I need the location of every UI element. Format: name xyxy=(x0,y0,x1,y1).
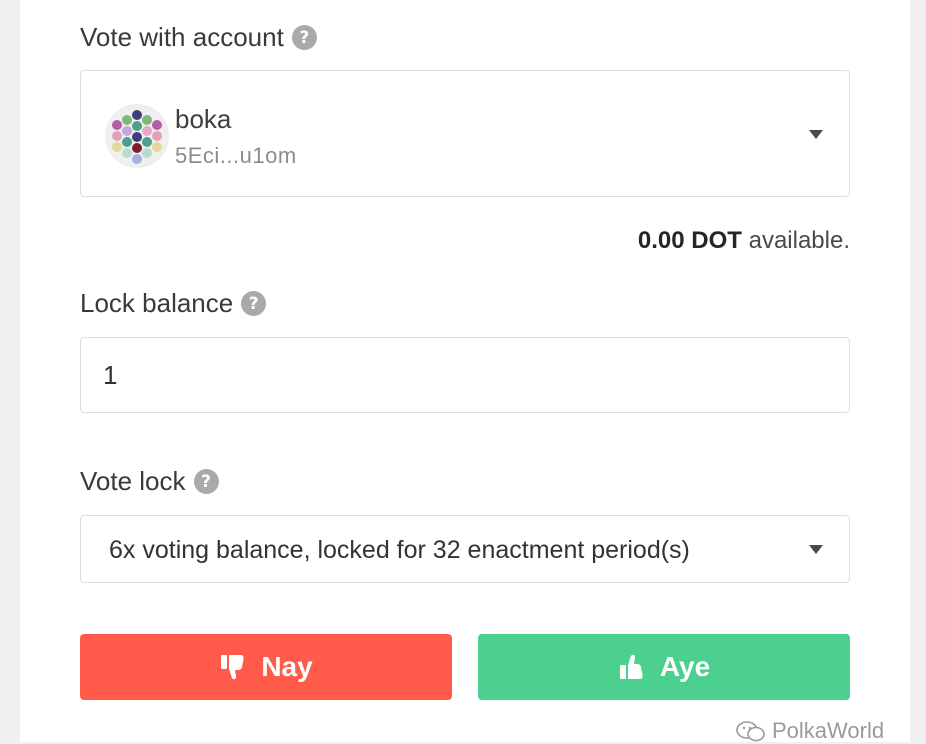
available-suffix: available. xyxy=(741,227,850,254)
thumbs-up-icon xyxy=(619,654,643,679)
lock-balance-label-row: Lock balance ? xyxy=(80,288,267,319)
thumbs-down-icon xyxy=(221,655,244,680)
vote-account-label: Vote with account xyxy=(80,22,284,52)
chevron-down-icon[interactable] xyxy=(809,129,823,139)
vote-account-label-row: Vote with account ? xyxy=(80,22,317,53)
available-balance: 0.00 DOT available. xyxy=(638,227,850,255)
account-select[interactable]: boka 5Eci...u1om xyxy=(80,70,850,197)
question-circle-icon[interactable]: ? xyxy=(193,469,219,494)
chevron-down-icon[interactable] xyxy=(809,545,823,554)
question-circle-icon[interactable]: ? xyxy=(291,25,317,50)
lock-balance-input[interactable]: 1 xyxy=(80,337,850,413)
vote-lock-select[interactable]: 6x voting balance, locked for 32 enactme… xyxy=(80,515,850,583)
identicon-avatar xyxy=(105,104,169,168)
nay-label: Nay xyxy=(261,651,313,682)
identicon-icon xyxy=(107,106,167,166)
available-amount: 0.00 DOT xyxy=(637,227,742,254)
aye-button[interactable]: Aye xyxy=(478,634,850,700)
account-address: 5Eci...u1om xyxy=(175,143,297,168)
lock-balance-value[interactable]: 1 xyxy=(103,360,117,391)
vote-lock-selected: 6x voting balance, locked for 32 enactme… xyxy=(109,536,690,564)
aye-label: Aye xyxy=(659,651,711,682)
nay-button[interactable]: Nay xyxy=(80,634,452,700)
watermark-text: PolkaWorld xyxy=(772,718,885,743)
watermark: PolkaWorld xyxy=(736,718,884,744)
account-name: boka xyxy=(175,104,232,134)
question-circle-icon[interactable]: ? xyxy=(241,291,267,316)
vote-lock-label: Vote lock xyxy=(80,466,186,496)
lock-balance-label: Lock balance xyxy=(80,288,234,318)
vote-lock-label-row: Vote lock ? xyxy=(80,466,219,497)
wechat-icon xyxy=(736,721,765,742)
